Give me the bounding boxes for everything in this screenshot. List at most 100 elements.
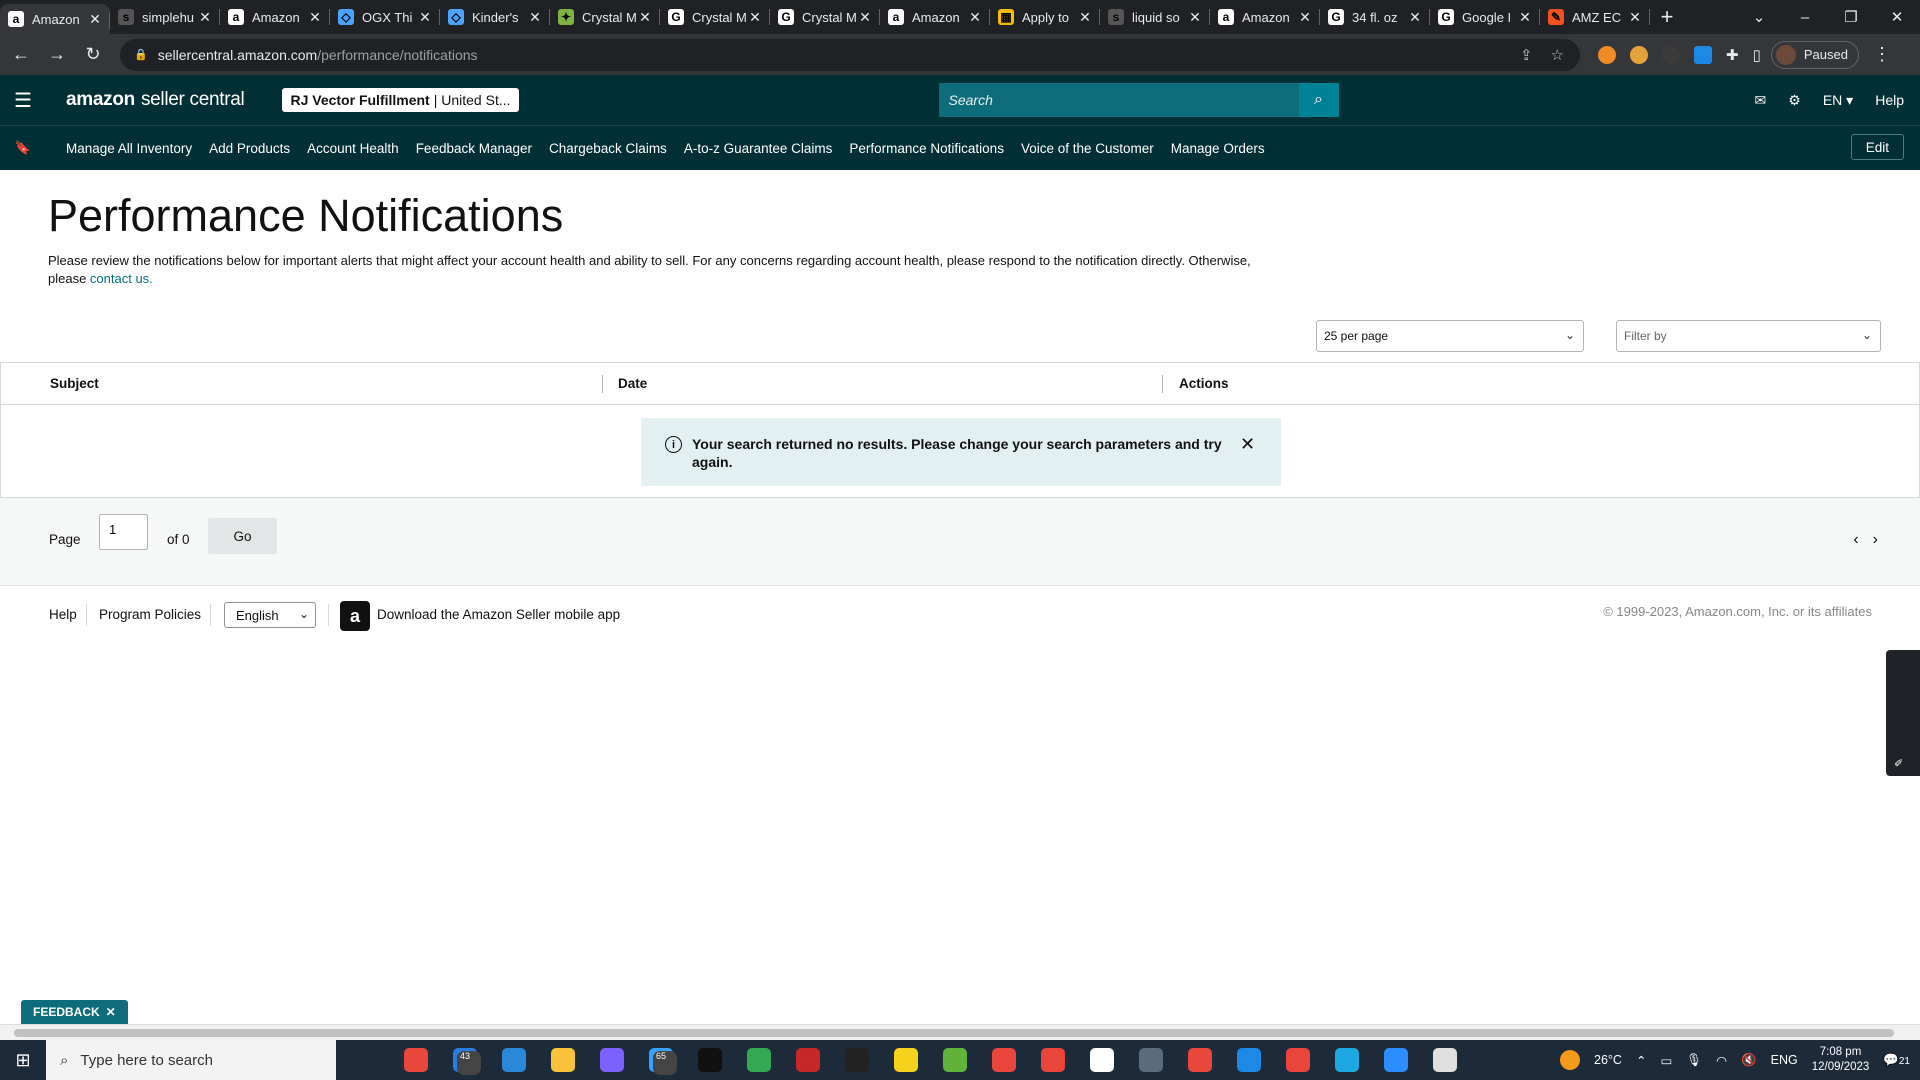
browser-tab[interactable]: G Crystal M ✕ (770, 0, 880, 34)
close-tab-icon[interactable]: ✕ (638, 9, 652, 26)
close-icon[interactable]: ✕ (1240, 435, 1255, 453)
browser-tab[interactable]: ▦ Apply to ✕ (990, 0, 1100, 34)
account-switcher[interactable]: RJ Vector Fulfillment | United St... (282, 88, 519, 112)
chevron-up-icon[interactable]: ⌃ (1636, 1053, 1646, 1068)
browser-tab[interactable]: a Amazon ✕ (880, 0, 990, 34)
taskbar-search[interactable]: ⌕ Type here to search (46, 1040, 336, 1080)
mail-icon[interactable]: ✉ (1755, 92, 1767, 109)
browser-tab[interactable]: a Amazon ✕ (220, 0, 330, 34)
nav-link[interactable]: Performance Notifications (849, 141, 1004, 156)
nav-link[interactable]: Chargeback Claims (549, 141, 667, 156)
back-icon[interactable]: ← (6, 40, 36, 70)
chrome-profile-icon[interactable] (979, 1040, 1028, 1080)
wifi-icon[interactable]: ◠ (1716, 1053, 1727, 1068)
puzzle-extensions-icon[interactable]: ✚ (1726, 46, 1739, 64)
nav-link[interactable]: Voice of the Customer (1021, 141, 1154, 156)
url-bar[interactable]: 🔒 sellercentral.amazon.com/performance/n… (120, 38, 1580, 71)
close-tab-icon[interactable]: ✕ (1628, 9, 1642, 26)
app-r-icon[interactable] (1224, 1040, 1273, 1080)
profile-button[interactable]: Paused (1770, 40, 1859, 69)
close-tab-icon[interactable]: ✕ (1078, 9, 1092, 26)
side-widget[interactable]: ✐ (1886, 650, 1920, 776)
browser-tab[interactable]: G Google I ✕ (1430, 0, 1540, 34)
forward-icon[interactable]: → (42, 40, 72, 70)
nav-link[interactable]: Account Health (307, 141, 399, 156)
zoom-icon[interactable] (1371, 1040, 1420, 1080)
browser-tab[interactable]: a Amazon ✕ (0, 4, 110, 34)
footer-language-select[interactable]: English ⌄ (224, 602, 316, 628)
calculator-icon[interactable] (1126, 1040, 1175, 1080)
browser-tab[interactable]: s simplehu ✕ (110, 0, 220, 34)
chevron-left-icon[interactable]: ‹ (1853, 531, 1858, 549)
share-icon[interactable]: ⇪ (1520, 46, 1533, 64)
app-red-icon[interactable] (783, 1040, 832, 1080)
close-tab-icon[interactable]: ✕ (418, 9, 432, 26)
program-policies-link[interactable]: Program Policies (99, 607, 201, 622)
mail-icon[interactable]: 43 (440, 1040, 489, 1080)
search-icon[interactable]: ⌕ (1298, 83, 1339, 117)
extension-icon[interactable] (1630, 45, 1648, 64)
app-paint-icon[interactable] (1420, 1040, 1469, 1080)
clock[interactable]: 7:08 pm 12/09/2023 (1812, 1045, 1870, 1075)
go-button[interactable]: Go (208, 518, 277, 554)
tab-search-icon[interactable]: ⌄ (1736, 0, 1782, 34)
speaker-muted-icon[interactable]: 🔇 (1741, 1053, 1757, 1068)
chrome-profile3-icon[interactable] (1175, 1040, 1224, 1080)
close-tab-icon[interactable]: ✕ (88, 11, 102, 28)
bookmark-star-icon[interactable]: ☆ (1551, 46, 1564, 64)
close-icon[interactable]: ✕ (106, 1005, 116, 1019)
nav-link[interactable]: Manage All Inventory (66, 141, 192, 156)
language-dropdown[interactable]: EN ▾ (1823, 92, 1853, 109)
minimize-button[interactable]: – (1782, 0, 1828, 34)
browser-tab[interactable]: a Amazon ✕ (1210, 0, 1320, 34)
new-tab-button[interactable]: + (1650, 0, 1684, 34)
chrome-menu-icon[interactable]: ⋮ (1873, 44, 1891, 65)
close-tab-icon[interactable]: ✕ (968, 9, 982, 26)
close-window-button[interactable]: ✕ (1874, 0, 1920, 34)
chevron-right-icon[interactable]: › (1873, 531, 1878, 549)
search-input[interactable]: Search (938, 83, 1299, 117)
footer-help-link[interactable]: Help (49, 607, 77, 622)
horizontal-scrollbar[interactable] (0, 1024, 1920, 1040)
hamburger-menu-icon[interactable]: ☰ (0, 88, 46, 113)
contact-us-link[interactable]: contact us. (90, 271, 153, 286)
input-language[interactable]: ENG (1771, 1053, 1798, 1067)
extension-icon[interactable] (1662, 45, 1680, 64)
file-explorer-icon[interactable] (538, 1040, 587, 1080)
gear-icon[interactable]: ⚙ (1788, 92, 1801, 109)
reload-icon[interactable]: ↻ (78, 40, 108, 70)
sticky-notes-icon[interactable] (881, 1040, 930, 1080)
close-tab-icon[interactable]: ✕ (1518, 9, 1532, 26)
drive-icon[interactable] (734, 1040, 783, 1080)
close-tab-icon[interactable]: ✕ (198, 9, 212, 26)
page-number-input[interactable]: 1 (99, 514, 148, 550)
task-view-icon[interactable] (342, 1040, 391, 1080)
download-app-link[interactable]: Download the Amazon Seller mobile app (377, 607, 620, 622)
close-tab-icon[interactable]: ✕ (308, 9, 322, 26)
notification-icon[interactable]: 💬21 (1883, 1053, 1910, 1068)
browser-tab[interactable]: ✎ AMZ EC ✕ (1540, 0, 1650, 34)
edge-icon[interactable] (1322, 1040, 1371, 1080)
utorrent-icon[interactable] (930, 1040, 979, 1080)
scrollbar-thumb[interactable] (14, 1029, 1894, 1037)
help-link[interactable]: Help (1875, 92, 1904, 108)
close-tab-icon[interactable]: ✕ (528, 9, 542, 26)
store-icon[interactable] (489, 1040, 538, 1080)
extension-icon[interactable] (1694, 45, 1712, 64)
browser-tab[interactable]: s liquid so ✕ (1100, 0, 1210, 34)
filter-select[interactable]: Filter by ⌄ (1616, 320, 1881, 352)
amazon-seller-app-icon[interactable]: a (340, 601, 370, 631)
edit-button[interactable]: Edit (1850, 134, 1904, 160)
windows-start-icon[interactable]: ⊞ (0, 1040, 46, 1080)
browser-tab[interactable]: ◇ OGX Thi ✕ (330, 0, 440, 34)
weather-icon[interactable] (1560, 1050, 1581, 1070)
browser-tab[interactable]: ✦ Crystal M ✕ (550, 0, 660, 34)
chrome-profile2-icon[interactable] (1028, 1040, 1077, 1080)
browser-tab[interactable]: G 34 fl. oz ✕ (1320, 0, 1430, 34)
battery-icon[interactable]: ▭ (1660, 1053, 1672, 1068)
close-tab-icon[interactable]: ✕ (1298, 9, 1312, 26)
microphone-icon[interactable]: 🎙 (1686, 1053, 1702, 1068)
column-date[interactable]: Date (618, 376, 647, 391)
seller-central-logo[interactable]: amazon seller central (66, 89, 245, 111)
chrome-icon[interactable] (391, 1040, 440, 1080)
